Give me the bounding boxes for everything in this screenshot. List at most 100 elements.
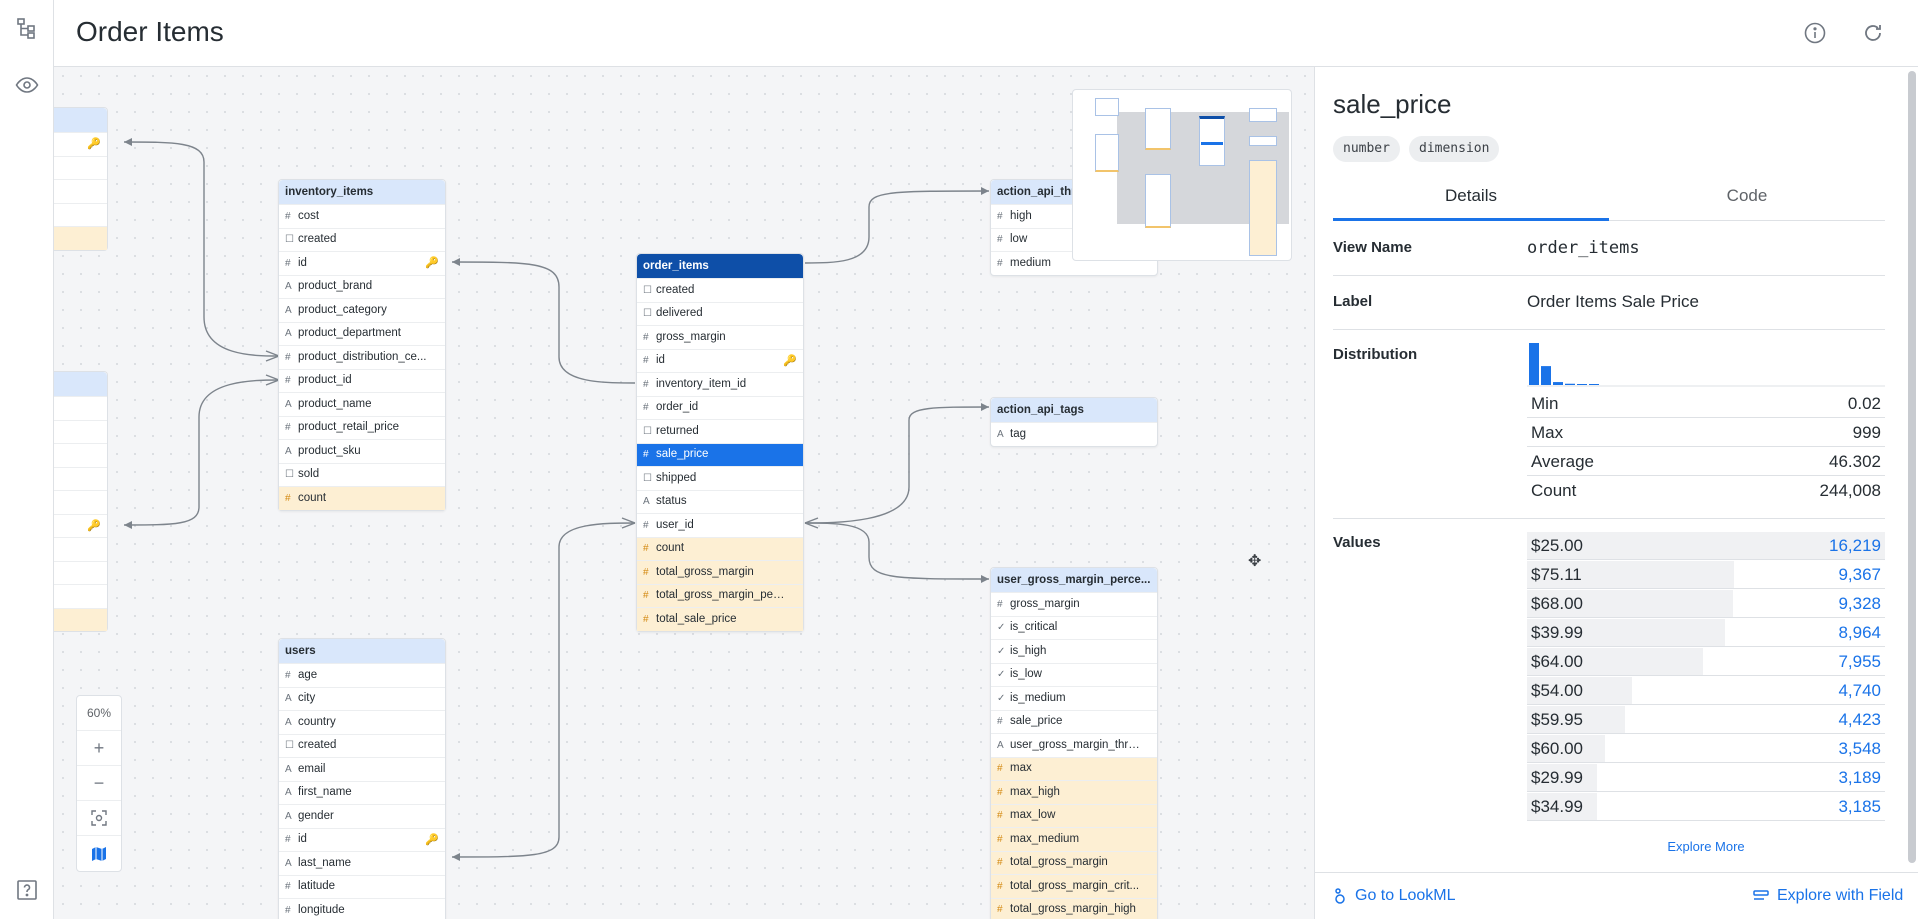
field-row[interactable]: # total_gross_margin_high xyxy=(991,897,1157,919)
field-row[interactable]: # count xyxy=(637,536,803,560)
field-row[interactable]: Aproduct_name xyxy=(279,392,445,416)
tab-code[interactable]: Code xyxy=(1609,181,1885,221)
field-row[interactable]: ✓ is_medium xyxy=(991,686,1157,710)
help-icon[interactable] xyxy=(14,877,40,903)
value-count[interactable]: 16,219 xyxy=(1829,531,1881,560)
zoom-out-button[interactable]: − xyxy=(77,766,121,801)
value-count[interactable]: 4,740 xyxy=(1838,676,1881,705)
field-row[interactable]: Acity xyxy=(279,686,445,711)
value-row[interactable]: $25.00 16,219 xyxy=(1527,531,1885,560)
field-row[interactable]: # max_medium xyxy=(991,827,1157,851)
field-row[interactable]: ☐ created xyxy=(279,733,445,758)
field-row[interactable]: ☐ created xyxy=(279,227,445,252)
value-row[interactable]: $68.00 9,328 xyxy=(1527,589,1885,618)
field-row[interactable]: Aproduct_sku xyxy=(279,439,445,463)
value-count[interactable]: 3,548 xyxy=(1838,734,1881,763)
field-row[interactable]: # sale_price xyxy=(637,442,803,466)
table-header[interactable]: user_gross_margin_perce... xyxy=(991,568,1157,592)
value-row[interactable]: $34.99 3,185 xyxy=(1527,792,1885,821)
field-row[interactable]: # inventory_item_id xyxy=(637,372,803,396)
table-order-items[interactable]: order_items ☐ created ☐ delivered # gross_marg… xyxy=(636,253,804,632)
field-row[interactable]: Aproduct_category xyxy=(279,298,445,322)
diagram-canvas[interactable]: 🔑 🔑 inventory_items # cost ☐ created # id 🔑 Apro… xyxy=(54,67,1314,919)
value-count[interactable]: 4,423 xyxy=(1838,705,1881,734)
value-row[interactable]: $64.00 7,955 xyxy=(1527,647,1885,676)
table-inventory-items[interactable]: inventory_items # cost ☐ created # id 🔑 Aproduct… xyxy=(278,179,446,511)
field-row[interactable]: Aemail xyxy=(279,757,445,781)
field-row[interactable]: # sale_price xyxy=(991,709,1157,734)
field-row[interactable]: Afirst_name xyxy=(279,780,445,805)
field-row[interactable]: Aproduct_department xyxy=(279,321,445,346)
field-row[interactable]: # total_sale_price xyxy=(637,607,803,631)
table-action-api-tags[interactable]: action_api_tags Atag xyxy=(990,397,1158,447)
field-row[interactable]: # max xyxy=(991,756,1157,780)
value-count[interactable]: 3,185 xyxy=(1838,792,1881,821)
field-row[interactable]: # user_id xyxy=(637,513,803,537)
fit-view-button[interactable] xyxy=(77,801,121,836)
field-row[interactable]: # max_high xyxy=(991,780,1157,804)
field-row[interactable]: # product_distribution_ce... xyxy=(279,345,445,369)
table-users[interactable]: users # age Acity Acountry ☐ created Aemail Afir… xyxy=(278,638,446,919)
field-row[interactable]: Atag xyxy=(991,422,1157,446)
field-row[interactable]: # longitude xyxy=(279,898,445,919)
value-count[interactable]: 9,367 xyxy=(1838,560,1881,589)
zoom-in-button[interactable]: + xyxy=(77,731,121,766)
partial-table-top[interactable]: 🔑 xyxy=(54,107,108,251)
table-header[interactable]: users xyxy=(279,639,445,663)
value-count[interactable]: 8,964 xyxy=(1838,618,1881,647)
value-row[interactable]: $54.00 4,740 xyxy=(1527,676,1885,705)
minimap[interactable] xyxy=(1072,89,1292,261)
field-row[interactable]: # total_gross_margin_crit... xyxy=(991,874,1157,898)
field-row[interactable]: ☐ shipped xyxy=(637,466,803,490)
value-count[interactable]: 7,955 xyxy=(1838,647,1881,676)
field-row[interactable]: # product_retail_price xyxy=(279,415,445,440)
field-row[interactable]: # total_gross_margin_perc... xyxy=(637,583,803,607)
field-row[interactable]: Aproduct_brand xyxy=(279,274,445,299)
panel-scrollbar[interactable] xyxy=(1908,71,1916,863)
field-row[interactable]: Acountry xyxy=(279,710,445,734)
field-row[interactable]: ☐ created xyxy=(637,278,803,302)
explore-with-field-link[interactable]: Explore with Field xyxy=(1753,887,1903,905)
tab-details[interactable]: Details xyxy=(1333,181,1609,221)
field-row[interactable]: ✓ is_high xyxy=(991,639,1157,663)
table-header[interactable]: inventory_items xyxy=(279,180,445,204)
field-row[interactable]: # gross_margin xyxy=(637,325,803,349)
value-row[interactable]: $59.95 4,423 xyxy=(1527,705,1885,734)
field-row[interactable]: # total_gross_margin xyxy=(637,560,803,584)
field-row[interactable]: ✓ is_critical xyxy=(991,615,1157,640)
field-row[interactable]: # total_gross_margin xyxy=(991,850,1157,874)
field-row[interactable]: # latitude xyxy=(279,874,445,899)
field-row[interactable]: # gross_margin xyxy=(991,592,1157,616)
value-count[interactable]: 9,328 xyxy=(1838,589,1881,618)
field-row[interactable]: # id 🔑 xyxy=(279,827,445,852)
field-row[interactable]: ☐ returned xyxy=(637,419,803,443)
table-header[interactable]: action_api_tags xyxy=(991,398,1157,422)
eye-icon[interactable] xyxy=(14,72,40,98)
field-row[interactable]: Alast_name xyxy=(279,851,445,875)
table-user-gross-margin[interactable]: user_gross_margin_perce... # gross_margin ✓… xyxy=(990,567,1158,919)
value-row[interactable]: $29.99 3,189 xyxy=(1527,763,1885,792)
field-row[interactable]: # age xyxy=(279,663,445,687)
info-icon[interactable] xyxy=(1802,20,1828,46)
field-row[interactable]: # order_id xyxy=(637,395,803,420)
field-row[interactable]: ☐ sold xyxy=(279,462,445,487)
field-row[interactable]: # count xyxy=(279,486,445,510)
field-row[interactable]: Astatus xyxy=(637,489,803,514)
field-row[interactable]: Agender xyxy=(279,804,445,828)
field-row[interactable]: # id 🔑 xyxy=(279,251,445,275)
field-row[interactable]: # product_id xyxy=(279,368,445,393)
explore-more-link[interactable]: Explore More xyxy=(1527,839,1885,854)
field-row[interactable]: ☐ delivered xyxy=(637,301,803,326)
field-row[interactable]: ✓ is_low xyxy=(991,662,1157,687)
field-row[interactable]: Auser_gross_margin_thres... xyxy=(991,733,1157,757)
value-row[interactable]: $39.99 8,964 xyxy=(1527,618,1885,647)
value-count[interactable]: 3,189 xyxy=(1838,763,1881,792)
hierarchy-icon[interactable] xyxy=(14,15,40,41)
value-row[interactable]: $75.11 9,367 xyxy=(1527,560,1885,589)
minimap-toggle-button[interactable] xyxy=(77,836,121,871)
field-row[interactable]: # id 🔑 xyxy=(637,348,803,373)
field-row[interactable]: # max_low xyxy=(991,803,1157,827)
field-row[interactable]: # cost xyxy=(279,204,445,228)
go-to-lookml-link[interactable]: Go to LookML xyxy=(1333,887,1456,905)
refresh-icon[interactable] xyxy=(1860,20,1886,46)
